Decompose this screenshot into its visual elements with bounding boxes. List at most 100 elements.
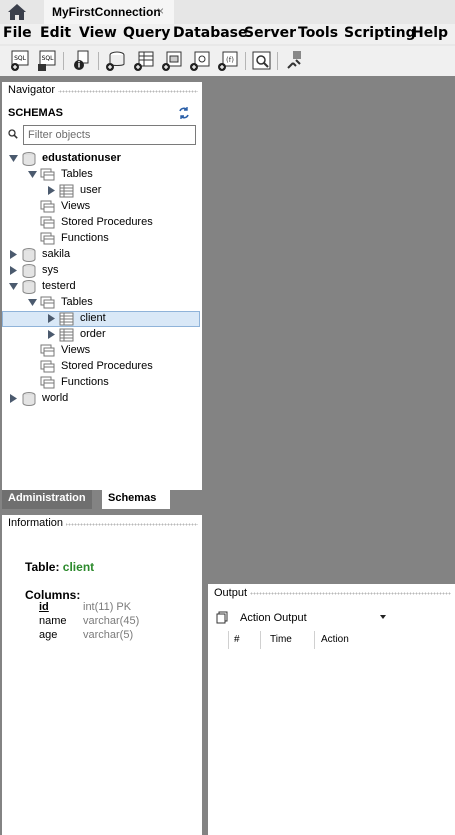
- schema-inspector-icon[interactable]: [70, 50, 92, 72]
- header-grip: [250, 592, 451, 595]
- menu-edit[interactable]: Edit: [40, 25, 71, 41]
- menu-scripting[interactable]: Scripting: [344, 25, 416, 41]
- schema-name: testerd: [42, 280, 76, 292]
- table-icon: [59, 312, 74, 326]
- folder-views[interactable]: Views: [2, 199, 200, 215]
- table-label: Table:: [25, 560, 60, 574]
- open-sql-script-icon[interactable]: SQL: [36, 50, 58, 72]
- output-type-value: Action Output: [240, 612, 307, 624]
- close-tab-icon[interactable]: ×: [157, 4, 164, 18]
- database-icon: [22, 152, 36, 166]
- folder-tables[interactable]: Tables: [2, 295, 200, 311]
- schema-sakila[interactable]: sakila: [2, 247, 200, 263]
- menu-view[interactable]: View: [79, 25, 117, 41]
- schema-sys[interactable]: sys: [2, 263, 200, 279]
- column-type: varchar(45): [83, 615, 140, 627]
- procedures-folder-icon: [40, 360, 55, 373]
- schema-name: sakila: [42, 248, 71, 260]
- columns-label: Columns:: [25, 588, 81, 602]
- menu-server[interactable]: Server: [244, 25, 296, 41]
- schema-testerd[interactable]: testerd: [2, 279, 200, 295]
- folder-tables[interactable]: Tables: [2, 167, 200, 183]
- toolbar-separator: [98, 52, 99, 70]
- create-table-icon[interactable]: [133, 50, 155, 72]
- output-panel: Output Action Output # Time Action: [208, 584, 455, 835]
- table-order[interactable]: order: [2, 327, 200, 343]
- connection-tab-title: MyFirstConnection: [52, 5, 161, 19]
- create-function-icon[interactable]: (f): [217, 50, 239, 72]
- schema-name: sys: [42, 264, 59, 276]
- column-divider: [260, 631, 261, 649]
- create-procedure-icon[interactable]: [189, 50, 211, 72]
- new-sql-tab-icon[interactable]: SQL: [9, 50, 31, 72]
- folder-views[interactable]: Views: [2, 343, 200, 359]
- table-icon: [59, 328, 74, 342]
- expanded-arrow-icon[interactable]: [9, 154, 18, 163]
- reconnect-icon[interactable]: [284, 50, 306, 72]
- folder-label: Stored Procedures: [61, 360, 153, 372]
- navigator-tabs: Administration Schemas: [0, 490, 202, 509]
- information-panel: Information Table: client Columns: id in…: [2, 515, 202, 835]
- output-table-header: # Time Action: [228, 631, 448, 649]
- table-user[interactable]: user: [2, 183, 200, 199]
- folder-stored-procedures[interactable]: Stored Procedures: [2, 359, 200, 375]
- create-schema-icon[interactable]: [105, 50, 127, 72]
- toolbar-separator: [63, 52, 64, 70]
- procedures-folder-icon: [40, 216, 55, 229]
- connection-tab[interactable]: MyFirstConnection ×: [44, 0, 174, 24]
- folder-functions[interactable]: Functions: [2, 375, 200, 391]
- collapsed-arrow-icon[interactable]: [47, 314, 56, 323]
- collapsed-arrow-icon[interactable]: [9, 394, 18, 403]
- home-icon[interactable]: [7, 3, 27, 21]
- column-header-time[interactable]: Time: [270, 634, 292, 645]
- menu-database[interactable]: Database: [173, 25, 248, 41]
- database-icon: [22, 280, 36, 294]
- menu-query[interactable]: Query: [123, 25, 170, 41]
- expanded-arrow-icon[interactable]: [9, 282, 18, 291]
- folder-label: Views: [61, 344, 91, 356]
- information-header: Information: [2, 515, 202, 533]
- schema-world[interactable]: world: [2, 391, 200, 407]
- folder-label: Functions: [61, 376, 109, 388]
- folder-label: Functions: [61, 232, 109, 244]
- folder-label: Tables: [61, 296, 93, 308]
- table-icon: [59, 184, 74, 198]
- folder-label: Tables: [61, 168, 93, 180]
- column-name: id: [39, 601, 49, 613]
- expanded-arrow-icon[interactable]: [28, 170, 37, 179]
- schema-name: edustationuser: [42, 152, 121, 164]
- column-header-action[interactable]: Action: [321, 634, 349, 645]
- folder-stored-procedures[interactable]: Stored Procedures: [2, 215, 200, 231]
- menu-help[interactable]: Help: [412, 25, 448, 41]
- output-title: Output: [214, 587, 251, 599]
- svg-text:(f): (f): [226, 56, 234, 64]
- search-table-data-icon[interactable]: [251, 50, 273, 72]
- filter-objects-input[interactable]: [23, 125, 196, 145]
- collapsed-arrow-icon[interactable]: [47, 186, 56, 195]
- menu-file[interactable]: File: [3, 25, 32, 41]
- column-header-number[interactable]: #: [234, 634, 240, 645]
- folder-label: Stored Procedures: [61, 216, 153, 228]
- menu-bar: File Edit View Query Database Server Too…: [0, 24, 455, 44]
- table-name: user: [80, 184, 102, 196]
- new-sql-text: SQL: [14, 55, 27, 62]
- table-name: client: [80, 312, 106, 324]
- folder-functions[interactable]: Functions: [2, 231, 200, 247]
- create-view-icon[interactable]: [161, 50, 183, 72]
- output-type-select[interactable]: Action Output: [214, 608, 390, 628]
- collapsed-arrow-icon[interactable]: [9, 266, 18, 275]
- table-client[interactable]: client: [2, 311, 200, 327]
- schema-edustationuser[interactable]: edustationuser: [2, 151, 200, 167]
- refresh-icon[interactable]: [177, 106, 191, 120]
- expanded-arrow-icon[interactable]: [28, 298, 37, 307]
- database-icon: [22, 248, 36, 262]
- collapsed-arrow-icon[interactable]: [47, 330, 56, 339]
- tables-folder-icon: [40, 168, 55, 181]
- collapsed-arrow-icon[interactable]: [9, 250, 18, 259]
- menu-tools[interactable]: Tools: [298, 25, 338, 41]
- chevron-down-icon[interactable]: [380, 615, 386, 619]
- folder-label: Views: [61, 200, 91, 212]
- tab-schemas[interactable]: Schemas: [102, 490, 170, 509]
- database-icon: [22, 264, 36, 278]
- tab-administration[interactable]: Administration: [2, 490, 92, 509]
